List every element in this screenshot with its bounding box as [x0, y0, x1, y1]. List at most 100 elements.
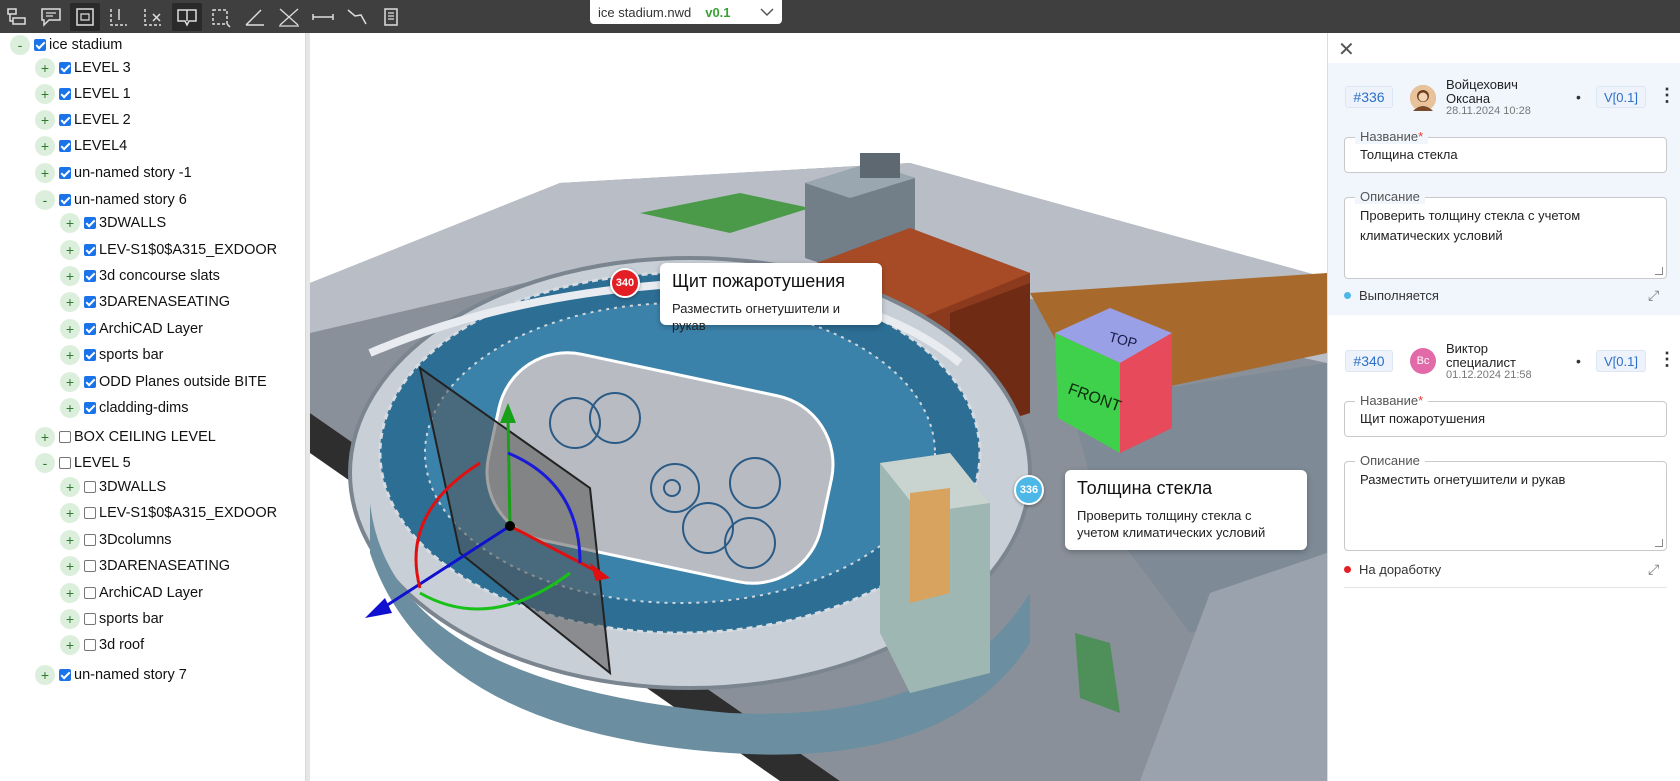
issue-id-badge[interactable]: #340 — [1345, 350, 1393, 372]
issue-callout-336[interactable]: Толщина стекла Проверить толщину стекла … — [1065, 470, 1307, 550]
visibility-checkbox[interactable] — [84, 507, 96, 519]
tree-item[interactable]: + BOX CEILING LEVEL — [35, 425, 216, 449]
issue-callout-340[interactable]: Щит пожаротушения Разместить огнетушител… — [660, 263, 882, 333]
expand-icon[interactable]: + — [35, 110, 55, 130]
issue-version-badge[interactable]: V[0.1] — [1596, 86, 1646, 108]
visibility-checkbox[interactable] — [84, 639, 96, 651]
visibility-checkbox[interactable] — [84, 270, 96, 282]
expand-icon[interactable]: + — [60, 345, 80, 365]
expand-icon[interactable]: + — [60, 477, 80, 497]
visibility-checkbox[interactable] — [84, 323, 96, 335]
issue-description-field[interactable]: Описание Разместить огнетушители и рукав — [1344, 453, 1667, 551]
expand-icon[interactable]: + — [35, 84, 55, 104]
point-measure-icon[interactable] — [274, 3, 304, 31]
tree-tool-icon[interactable] — [2, 3, 32, 31]
expand-icon[interactable]: + — [60, 372, 80, 392]
expand-icon[interactable]: + — [60, 398, 80, 418]
visibility-checkbox[interactable] — [84, 560, 96, 572]
visibility-checkbox[interactable] — [59, 62, 71, 74]
visibility-checkbox[interactable] — [59, 431, 71, 443]
visibility-checkbox[interactable] — [84, 244, 96, 256]
split-view-icon[interactable] — [172, 2, 202, 31]
issue-card-340[interactable]: #340 Вс Виктор специалист 01.12.2024 21:… — [1328, 323, 1680, 593]
expand-icon[interactable]: + — [35, 58, 55, 78]
more-options-icon[interactable]: ⋮ — [1658, 85, 1676, 106]
visibility-checkbox[interactable] — [84, 587, 96, 599]
collapse-icon[interactable]: - — [35, 453, 55, 473]
tree-item[interactable]: +3Dcolumns — [60, 528, 172, 552]
expand-icon[interactable]: + — [60, 503, 80, 523]
box-select-icon[interactable] — [70, 2, 100, 31]
issue-card-336[interactable]: #336 Войцехович Оксана 28.11.2024 10:28 … — [1328, 63, 1680, 315]
tree-item[interactable]: + sports bar — [60, 607, 163, 631]
expand-icon[interactable]: + — [60, 319, 80, 339]
expand-icon[interactable]: + — [60, 240, 80, 260]
comment-tool-icon[interactable] — [36, 3, 66, 31]
tree-item[interactable]: + sports bar — [60, 343, 163, 367]
issue-status[interactable]: На доработку — [1344, 562, 1441, 577]
issue-pin-340[interactable]: 340 — [610, 268, 640, 298]
tree-item[interactable]: +3DWALLS — [60, 475, 166, 499]
expand-icon[interactable]: + — [35, 163, 55, 183]
tree-item[interactable]: +3d concourse slats — [60, 264, 220, 288]
issue-status[interactable]: Выполняется — [1344, 288, 1439, 303]
expand-icon[interactable]: ⤢ — [1648, 287, 1659, 304]
visibility-checkbox[interactable] — [59, 194, 71, 206]
polyline-measure-icon[interactable] — [342, 3, 372, 31]
issue-pin-336[interactable]: 336 — [1014, 475, 1044, 505]
visibility-checkbox[interactable] — [84, 481, 96, 493]
visibility-checkbox[interactable] — [59, 140, 71, 152]
expand-icon[interactable]: + — [60, 635, 80, 655]
resize-handle-icon[interactable] — [1655, 267, 1663, 275]
visibility-checkbox[interactable] — [84, 217, 96, 229]
area-measure-icon[interactable] — [376, 3, 406, 31]
tree-item[interactable]: +3DARENASEATING — [60, 554, 230, 578]
visibility-checkbox[interactable] — [59, 457, 71, 469]
tree-item[interactable]: + LEV-S1$0$A315_EXDOOR — [60, 501, 277, 525]
issue-id-badge[interactable]: #336 — [1345, 86, 1393, 108]
collapse-icon[interactable]: - — [10, 35, 30, 55]
visibility-checkbox[interactable] — [84, 296, 96, 308]
tree-item[interactable]: + LEVEL4 — [35, 134, 127, 158]
visibility-checkbox[interactable] — [59, 669, 71, 681]
visibility-checkbox[interactable] — [59, 88, 71, 100]
tree-item[interactable]: + LEVEL 1 — [35, 82, 131, 106]
visibility-checkbox[interactable] — [84, 376, 96, 388]
tree-item[interactable]: + LEV-S1$0$A315_EXDOOR — [60, 238, 277, 262]
tree-item[interactable]: +3DWALLS — [60, 211, 166, 235]
tree-item[interactable]: - un-named story 6 — [35, 188, 187, 212]
visibility-checkbox[interactable] — [84, 534, 96, 546]
expand-icon[interactable]: + — [60, 583, 80, 603]
section-cut-icon[interactable] — [138, 3, 168, 31]
tree-item[interactable]: + LEVEL 3 — [35, 56, 131, 80]
visibility-checkbox[interactable] — [59, 167, 71, 179]
expand-icon[interactable]: + — [35, 665, 55, 685]
visibility-checkbox[interactable] — [84, 613, 96, 625]
issue-version-badge[interactable]: V[0.1] — [1596, 350, 1646, 372]
collapse-icon[interactable]: - — [35, 190, 55, 210]
expand-icon[interactable]: + — [60, 213, 80, 233]
section-plane-icon[interactable] — [104, 3, 134, 31]
tree-item[interactable]: + cladding-dims — [60, 396, 188, 420]
section-box-icon[interactable] — [206, 3, 236, 31]
tree-item[interactable]: +3DARENASEATING — [60, 290, 230, 314]
expand-icon[interactable]: ⤢ — [1648, 561, 1659, 578]
tree-item[interactable]: + un-named story 7 — [35, 663, 187, 687]
file-version-select[interactable]: ice stadium.nwd v0.1 — [590, 0, 782, 24]
3d-viewport[interactable]: TOP FRONT 340 336 Щит пожаротушения Разм… — [310, 33, 1327, 781]
tree-item[interactable]: - LEVEL 5 — [35, 451, 131, 475]
tree-item[interactable]: + LEVEL 2 — [35, 108, 131, 132]
resize-handle-icon[interactable] — [1655, 539, 1663, 547]
visibility-checkbox[interactable] — [34, 39, 46, 51]
expand-icon[interactable]: + — [60, 292, 80, 312]
tree-item[interactable]: +3d roof — [60, 633, 144, 657]
angle-measure-icon[interactable] — [240, 3, 270, 31]
tree-item[interactable]: + ODD Planes outside BITE — [60, 370, 267, 394]
tree-item[interactable]: + un-named story -1 — [35, 161, 192, 185]
expand-icon[interactable]: + — [35, 427, 55, 447]
close-icon[interactable]: ✕ — [1338, 37, 1355, 62]
visibility-checkbox[interactable] — [84, 349, 96, 361]
issue-name-field[interactable]: Название* Щит пожаротушения — [1344, 393, 1667, 437]
tree-root[interactable]: - ice stadium — [10, 33, 122, 57]
expand-icon[interactable]: + — [60, 530, 80, 550]
